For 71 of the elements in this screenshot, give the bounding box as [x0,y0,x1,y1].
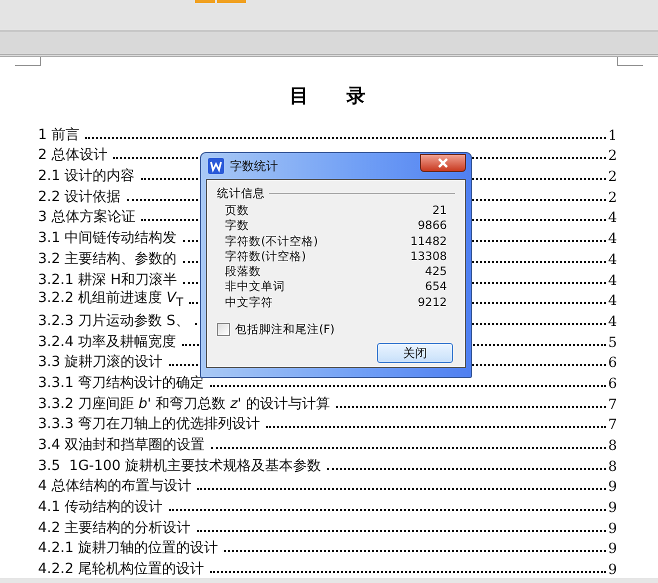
page-number: 4 [608,293,617,310]
stat-value: 9212 [418,294,447,310]
stat-label: 字数 [225,218,249,234]
group-label: 统计信息 [217,186,265,201]
page-number: 4 [608,252,617,268]
toc-entry: 2.1 设计的内容 [38,167,135,186]
stat-label: 非中文单词 [225,279,285,295]
page-number: 2 [608,169,617,186]
stat-value: 425 [425,264,447,280]
page-number: 4 [608,231,617,248]
toc-entry: 3.2.2 机组前进速度 V$_{T}$ [38,289,184,310]
page-number: 9 [608,541,617,558]
stat-value: 21 [432,203,447,218]
page-number: 4 [608,210,617,226]
checkbox-label: 包括脚注和尾注(F) [235,322,335,338]
toc-entry: 4.2 主要结构的分析设计 [38,518,191,537]
page-number: 4 [608,272,617,288]
toc-entry: 2.2 设计依据 [38,188,121,206]
document-title: 目 录 [288,84,366,109]
toc-entry: 3.2.4 功率及耕幅宽度 [38,332,176,351]
close-dialog-button[interactable]: 关闭 [377,343,453,364]
stat-value: 9866 [418,218,447,234]
toc-entry: 3.5 1G-100 旋耕机主要技术规格及基本参数 [38,456,322,475]
stat-value: 654 [425,279,447,295]
toc-entry: 3.3 旋耕刀滚的设计 [38,353,163,372]
page-number: 9 [608,520,617,537]
toc-entry: 3.2.3 刀片运动参数 S、 [38,312,190,330]
toc-entry: 3.4 双油封和挡草圈的设置 [38,436,205,454]
toc-entry: 3.1 中间链传动结构发 [38,229,177,248]
page-number: 6 [608,376,617,392]
toc-entry: 3.3.1 弯刀结构设计的确定 [38,374,204,392]
page-number: 9 [608,500,617,516]
stat-label: 字符数(计空格) [225,248,306,264]
stat-label: 中文字符 [225,294,273,310]
page-number: 9 [608,479,617,496]
page-number: 4 [608,314,617,330]
toc-entry: 4 总体结构的布置与设计 [38,477,192,496]
toc-entry: 3 总体方案论证 [38,208,136,226]
margin-corner-mark [617,57,643,66]
dialog-title: 字数统计 [230,158,278,174]
toc-entry: 3.2.1 耕深 H和刀滚半 [38,270,178,288]
stat-label: 段落数 [225,264,261,280]
page-number: 2 [608,148,617,164]
toc-entry: 3.3.3 弯刀在刀轴上的优选排列设计 [38,415,260,434]
margin-corner-mark [15,57,41,66]
app-logo-icon [208,158,224,174]
toc-entry: 4.1 传动结构的设计 [38,498,163,516]
page-number: 8 [608,438,617,454]
toc-entry: 2 总体设计 [38,146,108,164]
close-button[interactable] [420,154,466,172]
toc-entry: 3.2 主要结构、参数的 [38,250,177,268]
tab-marker [217,0,246,3]
page-number: 5 [608,334,617,351]
page-number: 7 [608,396,617,413]
page-number: 6 [608,355,617,372]
tab-marker [195,0,215,3]
page-number: 9 [608,562,617,578]
checkbox[interactable] [217,323,230,336]
page-number: 7 [608,417,617,434]
stat-value: 13308 [410,248,447,264]
stat-label: 字符数(不计空格) [225,234,318,249]
close-icon [437,158,449,168]
page-number: 2 [608,190,617,206]
toc-entry: 1 前言 [38,126,80,144]
page-number: 8 [608,458,617,475]
toc-entry: 4.2.2 尾轮机构位置的设计 [38,560,204,578]
page-number: 1 [608,128,617,144]
toc-entry: 4.2.1 旋耕刀轴的位置的设计 [38,539,218,558]
stat-value: 11482 [410,234,447,249]
stat-label: 页数 [225,203,249,218]
toc-entry: 3.3.2 刀座间距 b' 和弯刀总数 z' 的设计与计算 [38,394,330,413]
